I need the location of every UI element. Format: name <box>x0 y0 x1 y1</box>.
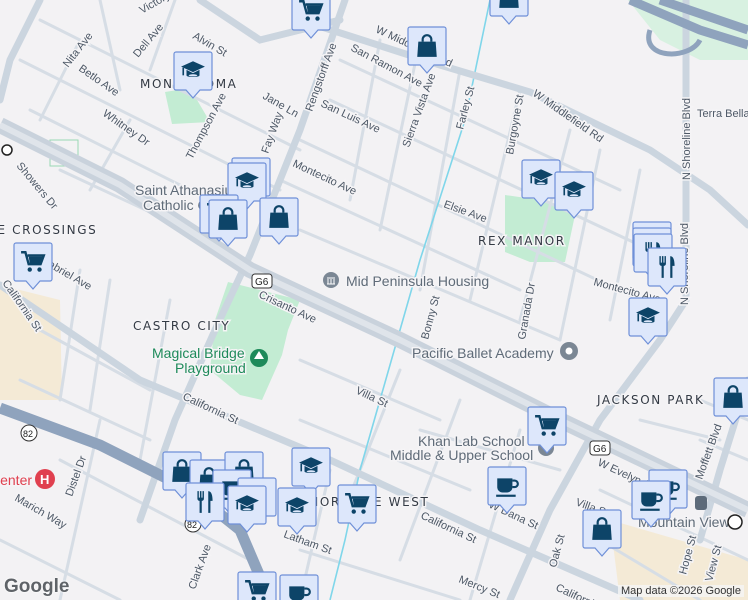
school-marker[interactable] <box>277 487 317 535</box>
street-label: Nita Ave <box>61 30 96 70</box>
poi-pacific-ballet-academy[interactable]: Pacific Ballet Academy <box>411 342 578 363</box>
street-label: Bonny St <box>419 295 442 341</box>
route-g6-shield: G6 <box>589 440 611 456</box>
street-label: Victory <box>138 0 173 17</box>
svg-text:G6: G6 <box>255 277 269 288</box>
route-82-shield: 82 <box>20 424 38 442</box>
cart-marker[interactable] <box>237 571 277 600</box>
poi-label: Playground <box>175 360 246 376</box>
street-label: Elsie Ave <box>442 199 488 226</box>
svg-text:H: H <box>40 472 49 487</box>
cart-marker[interactable] <box>337 484 377 532</box>
cart-marker[interactable] <box>527 406 567 454</box>
street-label: Showers Dr <box>14 160 60 212</box>
google-logo: Google <box>4 576 70 597</box>
neighborhood-castro-city: CASTRO CITY <box>133 319 230 333</box>
transit-icon <box>727 514 743 530</box>
street-label: Clark Ave <box>187 543 214 591</box>
map-canvas[interactable]: MONTA LOMA THE CROSSINGS CASTRO CITY REX… <box>0 0 748 600</box>
street-label: Villa St <box>354 385 390 410</box>
bag-marker[interactable] <box>259 197 299 245</box>
transit-icon <box>1 144 13 156</box>
school-marker[interactable] <box>291 447 331 495</box>
place-markers <box>13 0 748 600</box>
bag-marker[interactable] <box>489 0 529 25</box>
poi-label: Mid Peninsula Housing <box>346 273 489 289</box>
north-road <box>0 0 44 104</box>
svg-text:G6: G6 <box>593 444 607 455</box>
neighborhood-the-crossings: THE CROSSINGS <box>0 223 97 237</box>
poi-label: Magical Bridge <box>152 345 245 361</box>
street-label: Marich Way <box>13 492 69 531</box>
cart-marker[interactable] <box>13 242 53 290</box>
poi-label: Center <box>0 472 32 488</box>
street-label: Terra Bella <box>697 108 748 120</box>
street-label: California St <box>181 391 240 427</box>
svg-text:82: 82 <box>23 429 33 439</box>
map-attribution[interactable]: Map data ©2026 Google <box>617 585 744 597</box>
street-label: Farley St <box>454 85 477 131</box>
route-g6-shield: G6 <box>251 273 273 289</box>
street-label: N Shoreline Blvd <box>681 98 693 180</box>
street-label: Mercy St <box>457 574 502 600</box>
neighborhood-rex-manor: REX MANOR <box>478 234 566 248</box>
poi-mid-peninsula-housing[interactable]: Mid Peninsula Housing <box>323 272 491 291</box>
poi-label: Middle & Upper School <box>390 447 533 463</box>
bag-icon <box>498 0 520 9</box>
train-icon <box>695 496 707 510</box>
street-label: San Luis Ave <box>319 98 382 136</box>
poi-hospital[interactable]: Center H <box>0 469 55 490</box>
neighborhood-jackson-park: JACKSON PARK <box>596 393 705 407</box>
coffee-marker[interactable] <box>279 574 319 600</box>
poi-label: Pacific Ballet Academy <box>412 345 554 361</box>
